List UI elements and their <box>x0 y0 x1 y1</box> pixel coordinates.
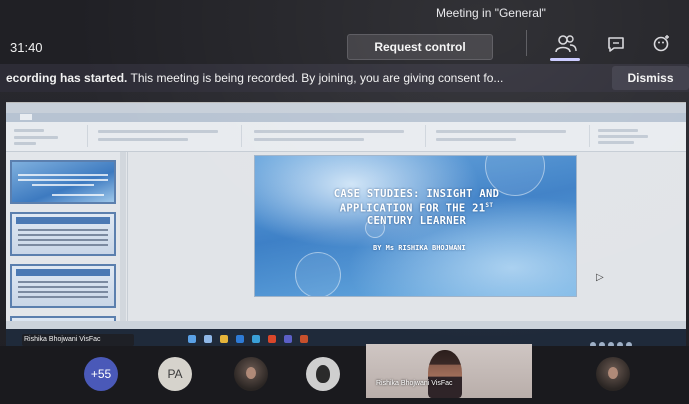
thumbnail-header <box>16 269 110 276</box>
powerpoint-ribbon <box>6 122 686 152</box>
taskbar-app-icon <box>236 335 244 343</box>
meeting-top-bar: Meeting in "General" 31:40 Request contr… <box>0 0 689 64</box>
thumbnail-line <box>18 281 108 283</box>
thumbnails-scrollbar[interactable] <box>120 152 126 349</box>
slide-thumbnail[interactable] <box>10 264 116 308</box>
thumbnail-header <box>16 217 110 224</box>
participant-avatar[interactable] <box>306 357 340 391</box>
thumbnail-line <box>52 194 104 196</box>
ribbon-group <box>430 125 590 147</box>
ribbon-group <box>246 125 426 147</box>
avatar-face <box>246 367 256 379</box>
ribbon-control <box>254 130 404 133</box>
more-participants-button[interactable]: +55 <box>84 357 118 391</box>
people-icon[interactable] <box>552 30 580 58</box>
participant-avatar[interactable]: PA <box>158 357 192 391</box>
video-participant-name: Rishika Bhojwani VisFac <box>376 380 453 387</box>
decorative-bubble <box>295 252 341 296</box>
taskbar-app-icon <box>204 335 212 343</box>
video-person <box>428 350 462 398</box>
mouse-cursor-icon: ▷ <box>596 272 604 283</box>
ribbon-control <box>598 135 648 138</box>
taskbar-app-icon <box>268 335 276 343</box>
dismiss-button[interactable]: Dismiss <box>612 66 689 90</box>
shared-screen: CASE STUDIES: INSIGHT AND APPLICATION FO… <box>6 102 686 349</box>
ribbon-control <box>598 141 634 144</box>
taskbar-app-icon <box>252 335 260 343</box>
ribbon-control <box>14 136 58 139</box>
participant-avatar[interactable] <box>234 357 268 391</box>
people-icon-glyph <box>555 35 577 53</box>
slide-edit-area: CASE STUDIES: INSIGHT AND APPLICATION FO… <box>128 152 686 349</box>
thumbnail-line <box>18 244 108 246</box>
participant-video-tile[interactable]: Rishika Bhojwani VisFac <box>366 344 532 398</box>
slide-title: CASE STUDIES: INSIGHT AND APPLICATION FO… <box>265 188 568 227</box>
recording-banner: ecording has started. This meeting is be… <box>0 64 689 92</box>
thumbnail-line <box>18 229 108 231</box>
taskbar-app-icon <box>300 335 308 343</box>
toolbar-divider <box>526 30 527 56</box>
slide-title-line-2: APPLICATION FOR THE 21ST <box>265 200 568 215</box>
thumbnail-line <box>32 184 94 186</box>
ribbon-group <box>92 125 242 147</box>
thumbnail-line <box>18 296 108 298</box>
thumbnail-line <box>18 234 108 236</box>
taskbar-app-icon <box>284 335 292 343</box>
thumbnail-line <box>18 286 108 288</box>
ribbon-tabs <box>6 113 686 122</box>
ribbon-control <box>14 142 36 145</box>
slide-thumbnail[interactable] <box>10 160 116 204</box>
ribbon-group <box>10 125 88 147</box>
thumbnail-line <box>18 174 108 176</box>
powerpoint-title-bar <box>6 103 686 113</box>
ribbon-control <box>436 130 566 133</box>
slide-title-superscript: ST <box>485 202 494 209</box>
avatar-face <box>608 367 618 379</box>
chat-icon-glyph <box>608 37 624 52</box>
meeting-title: Meeting in "General" <box>436 6 546 20</box>
meeting-timer: 31:40 <box>10 40 43 55</box>
current-slide: CASE STUDIES: INSIGHT AND APPLICATION FO… <box>254 155 577 297</box>
ribbon-control <box>98 130 218 133</box>
slide-thumbnails-pane <box>6 152 128 349</box>
slide-thumbnail[interactable] <box>10 212 116 256</box>
taskbar-app-icon <box>220 335 228 343</box>
ribbon-control <box>14 129 44 132</box>
slide-title-line-1: CASE STUDIES: INSIGHT AND <box>333 188 500 200</box>
chat-icon[interactable] <box>602 30 630 58</box>
system-tray <box>590 335 680 348</box>
thumbnail-line <box>18 291 108 293</box>
reactions-icon[interactable] <box>648 30 676 58</box>
taskbar-app-icon <box>188 335 196 343</box>
photo-frame: Meeting in "General" 31:40 Request contr… <box>0 0 689 404</box>
slide-title-line-3: CENTURY LEARNER <box>366 214 467 227</box>
ribbon-control <box>598 129 638 132</box>
slide-title-line-2-text: APPLICATION FOR THE 21 <box>339 202 486 215</box>
powerpoint-status-bar <box>6 321 686 329</box>
slide-author: BY Ms RISHIKA BHOJWANI <box>373 244 466 252</box>
ribbon-control <box>254 138 364 141</box>
people-tab-indicator <box>550 58 580 61</box>
avatar-face <box>316 365 330 383</box>
thumbnail-line <box>18 179 108 181</box>
thumbnail-line <box>18 239 108 241</box>
recording-message: ecording has started. This meeting is be… <box>6 71 503 85</box>
ribbon-control <box>436 138 516 141</box>
recording-consent-text: This meeting is being recorded. By joini… <box>130 71 504 85</box>
reactions-icon-glyph <box>653 35 669 52</box>
ribbon-control <box>98 138 188 141</box>
recording-status-text: ecording has started. <box>6 71 128 85</box>
request-control-button[interactable]: Request control <box>347 34 493 60</box>
ribbon-group <box>594 125 682 147</box>
presenter-name-tag: Rishika Bhojwani VisFac <box>22 334 134 346</box>
participant-avatar[interactable] <box>596 357 630 391</box>
ribbon-tab <box>20 114 32 120</box>
